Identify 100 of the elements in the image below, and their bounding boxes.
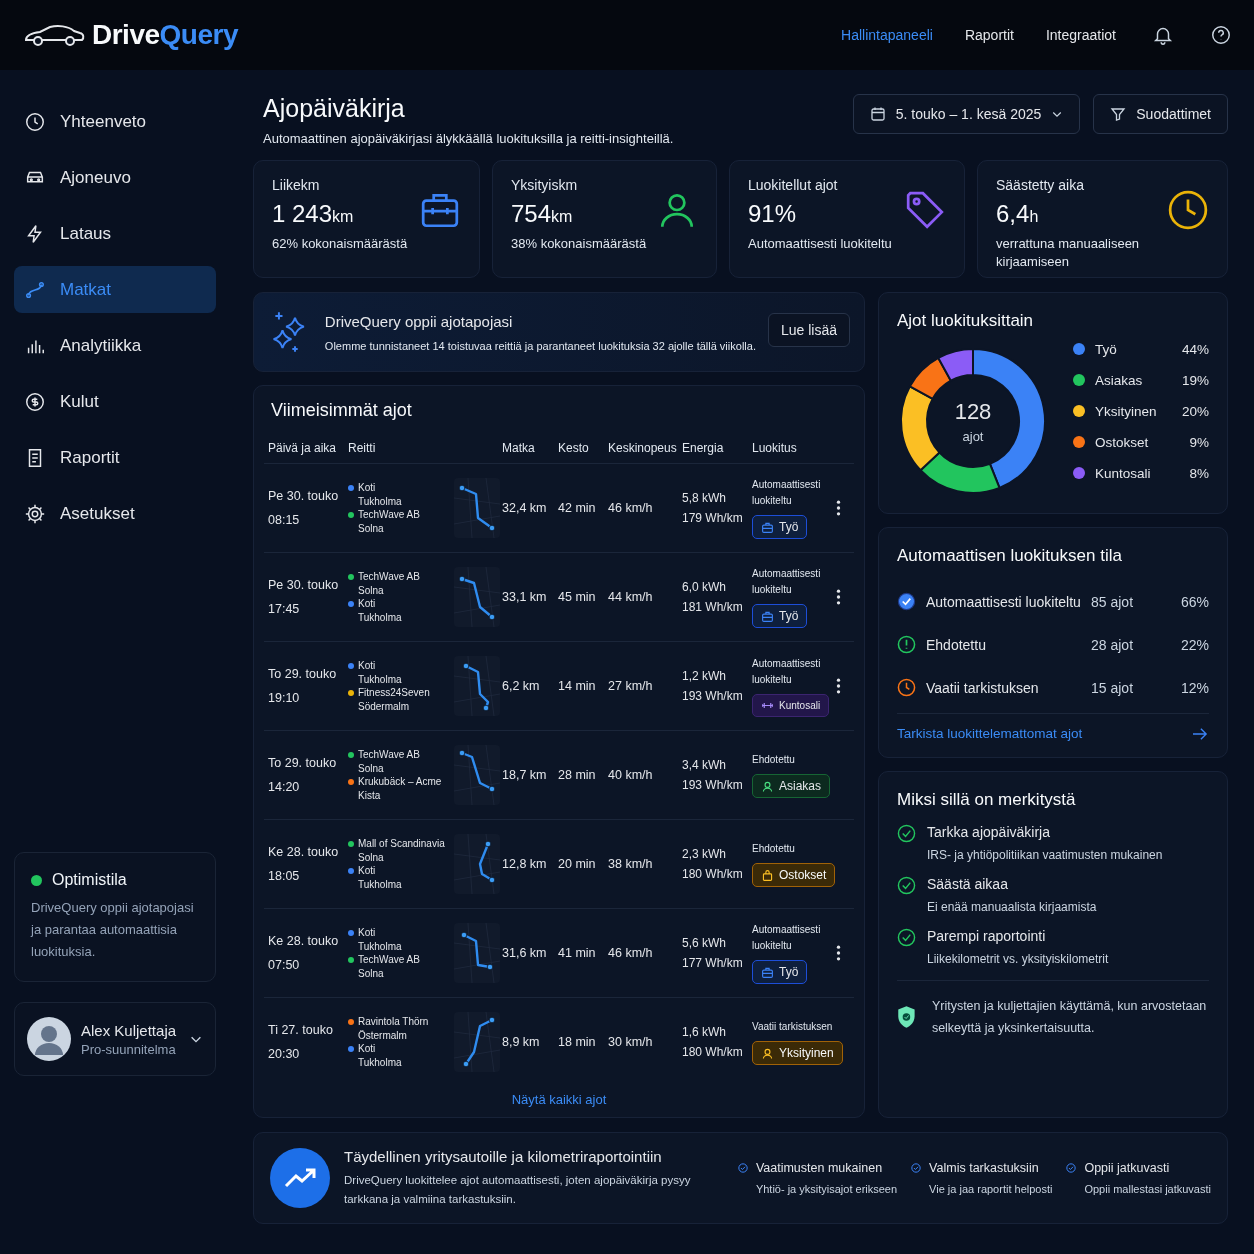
feature-text: Vie ja jaa raportit helposti xyxy=(928,1183,1053,1195)
speed-cell-text: 27 km/h xyxy=(608,679,654,693)
trip-time: 17:45 xyxy=(268,602,301,616)
stop-area: Tukholma xyxy=(348,674,454,685)
insight-title: DriveQuery oppii ajotapojasi xyxy=(324,312,514,330)
review-link[interactable]: Tarkista luokittelemattomat ajot xyxy=(897,713,1209,741)
category-badge[interactable]: Kuntosali xyxy=(752,693,830,717)
efficiency-cell-text: 180 Wh/km xyxy=(682,1045,744,1059)
classification-status: Automaattisesti luokiteltu xyxy=(752,656,822,687)
nav-link[interactable]: Hallintapaneeli xyxy=(841,27,933,43)
speed-cell-text: 30 km/h xyxy=(608,1035,654,1049)
benefit-text: IRS- ja yhtiöpolitiikan vaatimusten mukainen xyxy=(927,848,1163,862)
stat-label: Liikekm xyxy=(272,177,321,193)
status-percent: 22% xyxy=(1179,636,1209,653)
stop-area: Tukholma xyxy=(348,496,454,507)
section-title: Ajot luokituksittain xyxy=(897,311,1035,331)
legend-label: Kuntosali xyxy=(1095,465,1152,481)
category-badge[interactable]: Työ xyxy=(752,515,808,539)
category-badge[interactable]: Työ xyxy=(752,960,808,984)
footer-text: DriveQuery luokittelee ajot automaattisesti, joten ajopäiväkirja pysyy tarkkana ja valmiina tarkastuksiin. xyxy=(344,1172,692,1207)
category-badge[interactable]: Ostokset xyxy=(752,863,836,887)
category-badge[interactable]: Yksityinen xyxy=(752,1041,843,1065)
feature-title: Vaatimusten mukainen xyxy=(755,1161,883,1175)
trip-date: Pe 30. touko xyxy=(268,489,340,503)
stat-value: 1 243km xyxy=(272,200,355,228)
classification-status: Automaattisesti luokiteltu xyxy=(752,478,822,508)
nav-link[interactable]: Integraatiot xyxy=(1045,27,1116,43)
user-card[interactable]: Alex Kuljettaja Pro-suunnitelma xyxy=(14,1002,216,1076)
route-map-drawing xyxy=(454,1011,500,1073)
classification-status: Automaattisesti luokiteltu xyxy=(752,567,822,597)
sidebar-item[interactable]: Kulut xyxy=(14,378,216,425)
sidebar-item[interactable]: Asetukset xyxy=(14,490,216,537)
date-range-button[interactable]: 5. touko – 1. kesä 2025 xyxy=(852,94,1081,134)
category-badge[interactable]: Asiakas xyxy=(752,774,831,798)
summary-icon xyxy=(24,110,46,133)
stop-name: Ravintola Thörn xyxy=(358,1016,429,1027)
sidebar-item[interactable]: Matkat xyxy=(14,266,216,313)
distance-cell-text: 8,9 km xyxy=(502,1035,541,1049)
energy-cell-text: 5,6 kWh xyxy=(682,936,727,950)
read-more-button[interactable]: Lue lisää xyxy=(767,313,850,347)
more-options-icon[interactable] xyxy=(836,677,841,695)
sidebar-item[interactable]: Ajoneuvo xyxy=(14,154,216,201)
route-map-drawing xyxy=(454,744,500,806)
efficiency-cell-text: 179 Wh/km xyxy=(682,511,744,525)
legend-percent: 20% xyxy=(1181,403,1209,419)
distance-cell-text: 32,4 km xyxy=(502,501,548,515)
user-plan: Pro-suunnitelma xyxy=(81,1041,177,1057)
duration-cell-text: 28 min xyxy=(558,768,597,782)
legend-label: Ostokset xyxy=(1095,434,1150,450)
stop-area: Tukholma xyxy=(348,941,454,952)
help-icon[interactable] xyxy=(1210,24,1232,46)
status-count: 15 ajot xyxy=(1091,679,1135,696)
duration-cell-text: 20 min xyxy=(558,857,597,871)
duration-cell-text: 41 min xyxy=(558,946,597,960)
efficiency-cell-text: 193 Wh/km xyxy=(682,689,744,703)
status-label: Automaattisesti luokiteltu xyxy=(926,593,1081,610)
more-options-icon[interactable] xyxy=(836,588,841,606)
more-options-icon[interactable] xyxy=(836,944,841,962)
stop-name: TechWave AB xyxy=(358,749,420,760)
energy-cell-text: 3,4 kWh xyxy=(682,758,727,772)
briefcase-icon xyxy=(761,520,774,534)
duration-cell-text: 18 min xyxy=(558,1035,597,1049)
sidebar-item[interactable]: Yhteenveto xyxy=(14,98,216,145)
section-title: Miksi sillä on merkitystä xyxy=(897,790,1077,810)
speed-cell-text: 38 km/h xyxy=(608,857,654,871)
filter-button[interactable]: Suodattimet xyxy=(1093,94,1228,134)
show-all-link[interactable]: Näytä kaikki ajot xyxy=(264,1086,854,1109)
check-circle-icon xyxy=(897,876,916,895)
calendar-icon xyxy=(869,106,886,122)
legend-percent: 19% xyxy=(1181,372,1209,388)
stop-area: Södermalm xyxy=(348,701,454,712)
page-subtitle: Automaattinen ajopäiväkirjasi älykkäällä luokituksilla ja reitti-insighteillä. xyxy=(263,131,675,146)
sidebar-item[interactable]: Lataus xyxy=(14,210,216,257)
nav-link[interactable]: Raportit xyxy=(964,27,1014,43)
benefit-title: Säästä aikaa xyxy=(927,876,1009,892)
more-options-icon[interactable] xyxy=(836,499,841,517)
total-trips: 128 xyxy=(954,398,992,425)
route-map-drawing xyxy=(454,922,500,984)
classification-status: Automaattisesti luokiteltu xyxy=(752,923,822,953)
category-badge[interactable]: Työ xyxy=(752,604,808,628)
sidebar-item[interactable]: Raportit xyxy=(14,434,216,481)
route-map-drawing xyxy=(454,566,500,628)
check-circle-icon xyxy=(737,1163,748,1173)
efficiency-cell-text: 177 Wh/km xyxy=(682,956,744,970)
page-title: Ajopäiväkirja xyxy=(263,94,406,123)
energy-cell-text: 6,0 kWh xyxy=(682,580,727,594)
route-map-drawing xyxy=(454,655,500,717)
speed-cell-text: 40 km/h xyxy=(608,768,654,782)
stop-name: Mall of Scandinavia xyxy=(358,838,445,849)
insight-text: Olemme tunnistaneet 14 toistuvaa reittiä ja parantaneet luokituksia 32 ajolle tällä viikolla. xyxy=(324,339,756,352)
stop-name: Koti xyxy=(358,927,376,938)
sidebar-item[interactable]: Analytiikka xyxy=(14,322,216,369)
trip-date: To 29. touko xyxy=(268,667,338,681)
status-label: Ehdotettu xyxy=(926,636,987,653)
speed-cell-text: 44 km/h xyxy=(608,590,654,604)
trend-up-icon xyxy=(270,1148,330,1208)
legend-label: Yksityinen xyxy=(1095,403,1158,419)
stat-note: 38% kokonaismäärästä xyxy=(511,235,647,253)
column-header: Energia xyxy=(682,441,725,455)
column-header: Reitti xyxy=(348,441,377,455)
